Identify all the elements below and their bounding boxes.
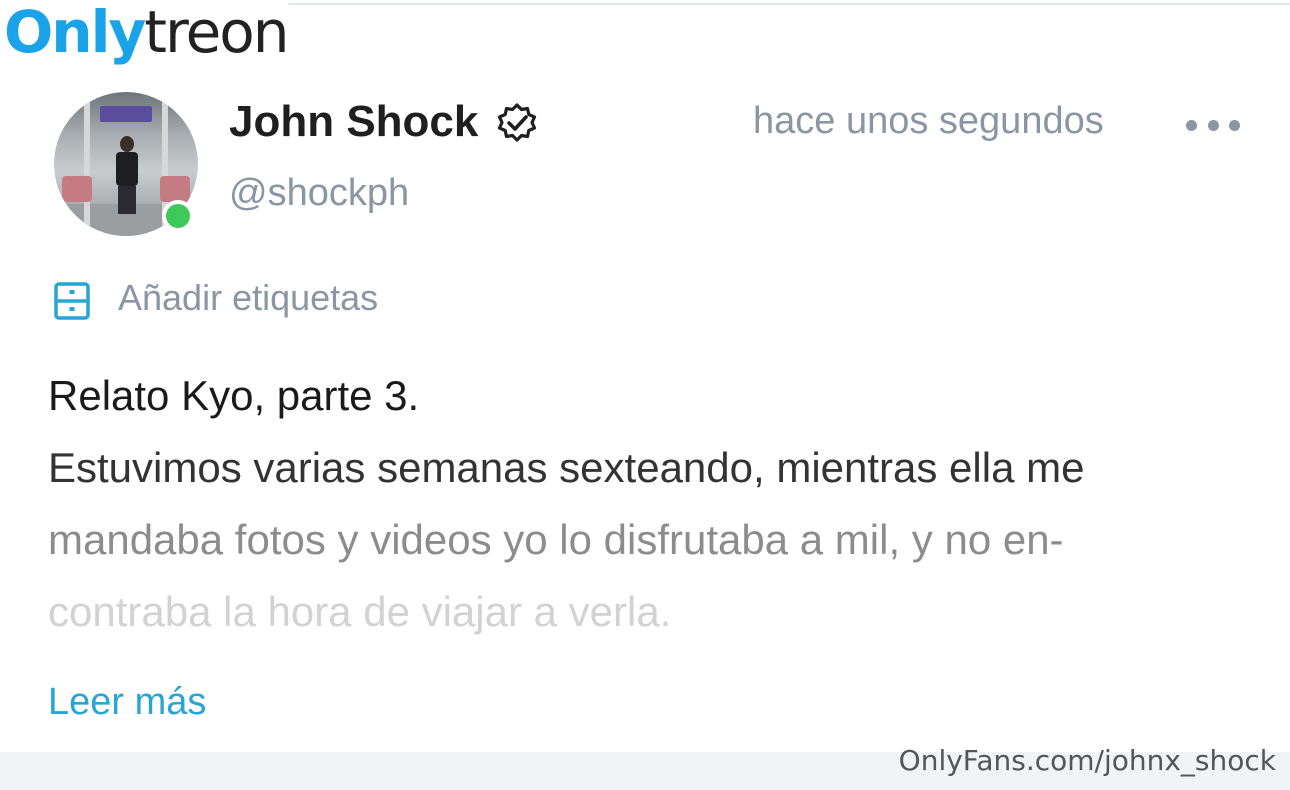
post-body-line: mandaba fotos y videos yo lo disfrutaba … [48,516,1064,563]
add-tags-button[interactable]: Añadir etiquetas [118,276,378,320]
logo-treon: treon [144,0,289,66]
post-card: Onlytreon John Shock @shockph hace unos … [0,0,1290,790]
verified-badge-icon [497,103,537,142]
post-title: Relato Kyo, parte 3. [48,372,420,419]
author-name[interactable]: John Shock [229,96,478,148]
read-more-link[interactable]: Leer más [48,678,206,726]
post-timestamp: hace unos segundos [753,100,1104,142]
online-status-indicator [162,200,194,232]
logo-only: Only [4,0,146,66]
more-options-icon[interactable] [1186,116,1240,134]
post-body-line: Estuvimos varias semanas sexteando, mien… [48,444,1085,491]
author-handle[interactable]: @shockph [229,170,409,216]
tag-drawer-icon[interactable] [52,280,92,322]
watermark-logo: Onlytreon [4,0,290,68]
post-body-line: contraba la hora de viajar a verla. [48,588,672,635]
divider [288,3,1290,5]
source-watermark: OnlyFans.com/johnx_shock [898,744,1276,777]
